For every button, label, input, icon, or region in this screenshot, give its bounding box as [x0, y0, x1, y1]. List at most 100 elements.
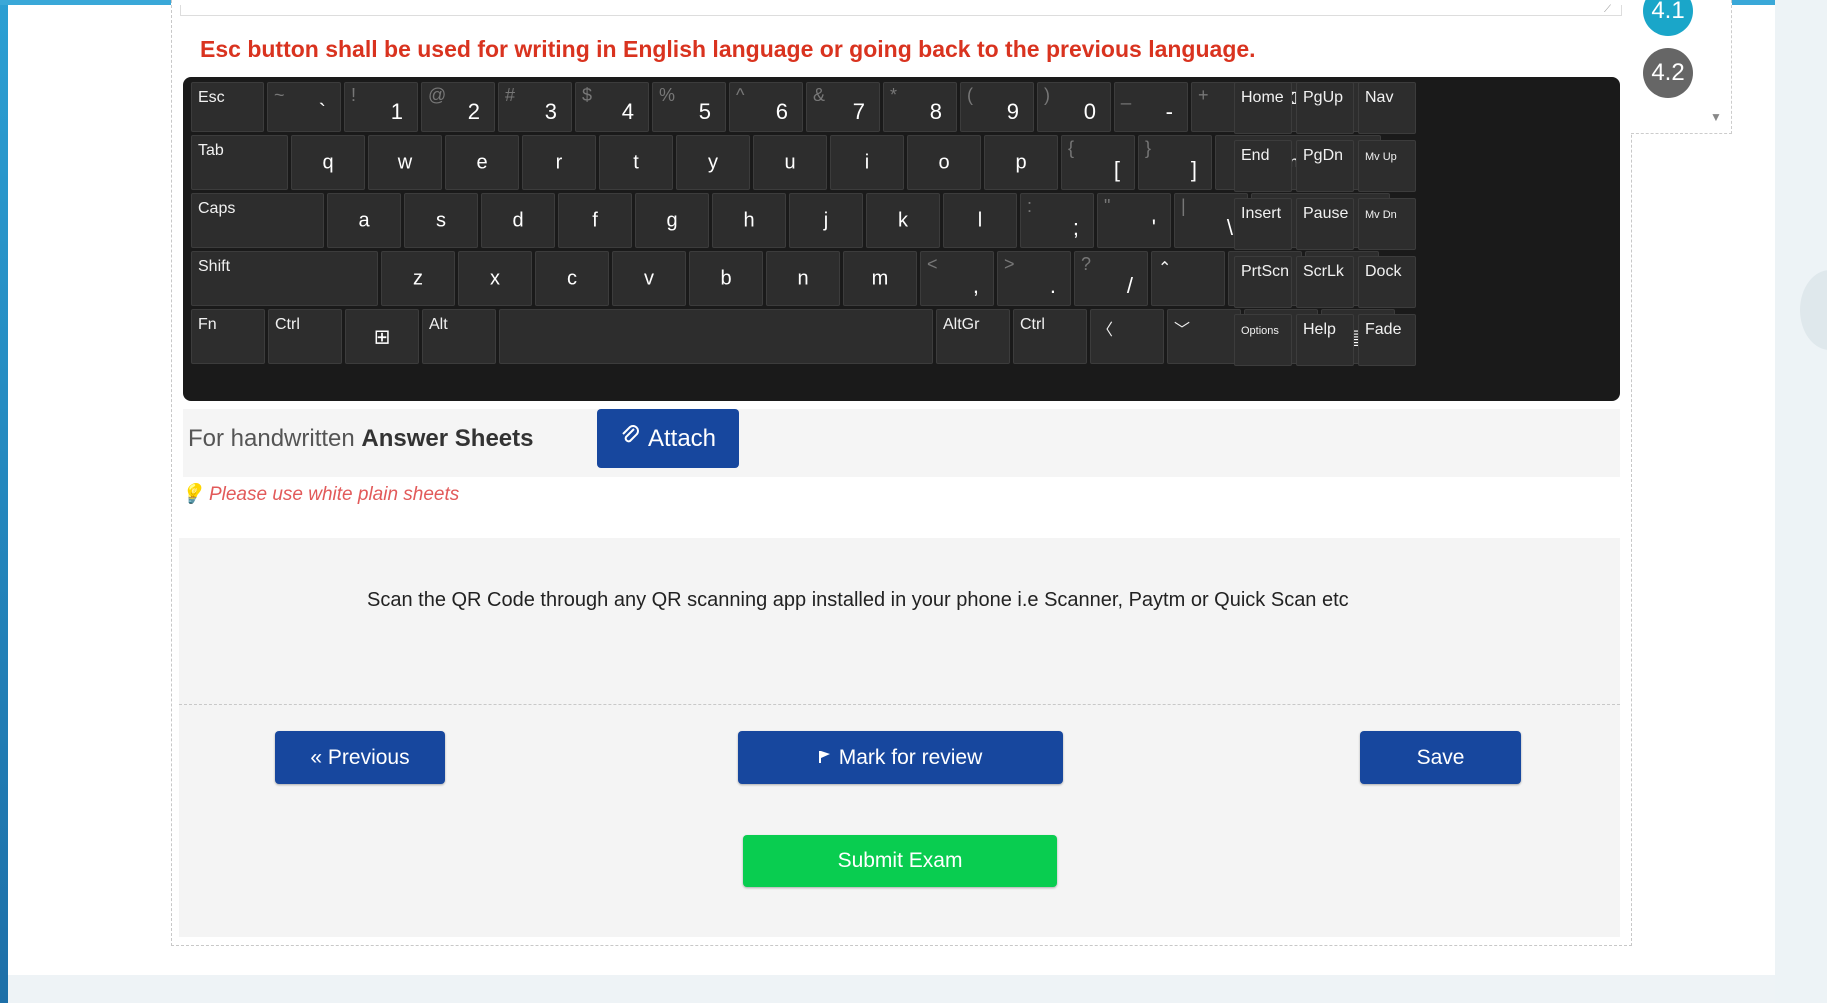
key-row5-6-ctrl[interactable]: Ctrl	[1013, 309, 1087, 364]
key-nav-fade[interactable]: Fade	[1358, 314, 1416, 366]
background-right-area	[1775, 0, 1827, 1003]
key-row1-6-5[interactable]: % 5	[652, 82, 726, 132]
key-row1-5-4[interactable]: $4	[575, 82, 649, 132]
key-row4-4-v[interactable]: v	[612, 251, 686, 306]
key-row2-10-p[interactable]: p	[984, 135, 1058, 190]
key-row3-11--[interactable]: " '	[1097, 193, 1171, 248]
key-row1-3-2[interactable]: @2	[421, 82, 495, 132]
resize-grip-icon[interactable]: ⟋	[1604, 4, 1618, 15]
key-row3-2-s[interactable]: s	[404, 193, 478, 248]
key-row4-7-m[interactable]: m	[843, 251, 917, 306]
key-char: 7	[852, 99, 865, 124]
key-char: h	[743, 209, 755, 231]
mark-for-review-button[interactable]: Mark for review	[738, 731, 1063, 784]
key-row3-10--[interactable]: :;	[1020, 193, 1094, 248]
key-row1-10-9[interactable]: (9	[960, 82, 1034, 132]
key-nav-options[interactable]: Options	[1234, 314, 1292, 366]
key-row2-1-q[interactable]: q	[291, 135, 365, 190]
handwritten-bold: Answer Sheets	[361, 425, 534, 452]
key-nav-pgup[interactable]: PgUp	[1296, 82, 1354, 134]
scroll-down-icon[interactable]: ▼	[1710, 110, 1722, 124]
key-row2-5-t[interactable]: t	[599, 135, 673, 190]
key-label: PgDn	[1303, 147, 1344, 164]
key-nav-mv-dn[interactable]: Mv Dn	[1358, 198, 1416, 250]
key-row3-3-d[interactable]: d	[481, 193, 555, 248]
previous-button[interactable]: « Previous	[275, 731, 445, 784]
key-row3-7-j[interactable]: j	[789, 193, 863, 248]
key-label: Options	[1241, 325, 1279, 337]
key-row5-5-altgr[interactable]: AltGr	[936, 309, 1010, 364]
key-char: y	[708, 151, 718, 173]
key-row2-6-y[interactable]: y	[676, 135, 750, 190]
key-row4-9--[interactable]: >.	[997, 251, 1071, 306]
key-char: ;	[1072, 215, 1079, 240]
key-row4-0-shift[interactable]: Shift	[191, 251, 378, 306]
key-row1-9-8[interactable]: * 8	[883, 82, 957, 132]
key-row5-4-blank[interactable]	[499, 309, 933, 364]
key-row1-12--[interactable]: _ -	[1114, 82, 1188, 132]
key-row3-6-h[interactable]: h	[712, 193, 786, 248]
key-shift-char: (	[967, 85, 973, 105]
key-nav-pause[interactable]: Pause	[1296, 198, 1354, 250]
key-row5-0-fn[interactable]: Fn	[191, 309, 265, 364]
key-row1-0-esc[interactable]: Esc	[191, 82, 264, 132]
save-button[interactable]: Save	[1360, 731, 1521, 784]
key-row5-8--[interactable]: ﹀	[1167, 309, 1241, 364]
qr-section	[179, 538, 1620, 705]
key-label: Help	[1303, 321, 1336, 338]
key-row3-9-l[interactable]: l	[943, 193, 1017, 248]
key-row2-12--[interactable]: }]	[1138, 135, 1212, 190]
key-row2-7-u[interactable]: u	[753, 135, 827, 190]
key-nav-help[interactable]: Help	[1296, 314, 1354, 366]
key-row4-11--[interactable]: ⌃	[1151, 251, 1225, 306]
key-row2-4-r[interactable]: r	[522, 135, 596, 190]
key-row2-0-tab[interactable]: Tab	[191, 135, 288, 190]
key-row1-11-0[interactable]: ) 0	[1037, 82, 1111, 132]
key-row4-1-z[interactable]: z	[381, 251, 455, 306]
key-row2-11--[interactable]: {[	[1061, 135, 1135, 190]
key-row1-8-7[interactable]: & 7	[806, 82, 880, 132]
key-row3-4-f[interactable]: f	[558, 193, 632, 248]
key-row4-3-c[interactable]: c	[535, 251, 609, 306]
question-4-2-button[interactable]: 4.2	[1643, 48, 1693, 98]
key-row4-8--[interactable]: <,	[920, 251, 994, 306]
key-row1-7-6[interactable]: ^ 6	[729, 82, 803, 132]
key-row4-2-x[interactable]: x	[458, 251, 532, 306]
key-nav-nav[interactable]: Nav	[1358, 82, 1416, 134]
key-nav-dock[interactable]: Dock	[1358, 256, 1416, 308]
key-nav-insert[interactable]: Insert	[1234, 198, 1292, 250]
key-shift-char: <	[927, 254, 938, 274]
key-row1-1--[interactable]: ~ `	[267, 82, 341, 132]
key-nav-prtscn[interactable]: PrtScn	[1234, 256, 1292, 308]
key-row1-4-3[interactable]: #3	[498, 82, 572, 132]
key-nav-home[interactable]: Home	[1234, 82, 1292, 134]
key-row2-9-o[interactable]: o	[907, 135, 981, 190]
key-row4-5-b[interactable]: b	[689, 251, 763, 306]
handwritten-label: For handwritten Answer Sheets	[188, 425, 534, 453]
key-row3-1-a[interactable]: a	[327, 193, 401, 248]
key-row5-3-alt[interactable]: Alt	[422, 309, 496, 364]
key-row3-8-k[interactable]: k	[866, 193, 940, 248]
key-row2-3-e[interactable]: e	[445, 135, 519, 190]
key-row3-0-caps[interactable]: Caps	[191, 193, 324, 248]
key-nav-scrlk[interactable]: ScrLk	[1296, 256, 1354, 308]
submit-exam-button[interactable]: Submit Exam	[743, 835, 1057, 887]
key-shift-char: +	[1198, 85, 1209, 105]
key-nav-pgdn[interactable]: PgDn	[1296, 140, 1354, 192]
key-row3-5-g[interactable]: g	[635, 193, 709, 248]
attach-button[interactable]: Attach	[597, 409, 739, 468]
key-row2-8-i[interactable]: i	[830, 135, 904, 190]
key-row4-6-n[interactable]: n	[766, 251, 840, 306]
answer-textarea[interactable]	[180, 5, 1622, 16]
key-row5-2--[interactable]: ⊞	[345, 309, 419, 364]
key-row2-2-w[interactable]: w	[368, 135, 442, 190]
key-char: s	[436, 209, 446, 231]
key-nav-mv-up[interactable]: Mv Up	[1358, 140, 1416, 192]
key-shift-char: &	[813, 85, 826, 105]
key-row4-10--[interactable]: ? /	[1074, 251, 1148, 306]
key-row5-1-ctrl[interactable]: Ctrl	[268, 309, 342, 364]
key-row1-2-1[interactable]: ! 1	[344, 82, 418, 132]
key-row5-7--[interactable]: 〈	[1090, 309, 1164, 364]
key-char: o	[938, 151, 950, 173]
key-nav-end[interactable]: End	[1234, 140, 1292, 192]
